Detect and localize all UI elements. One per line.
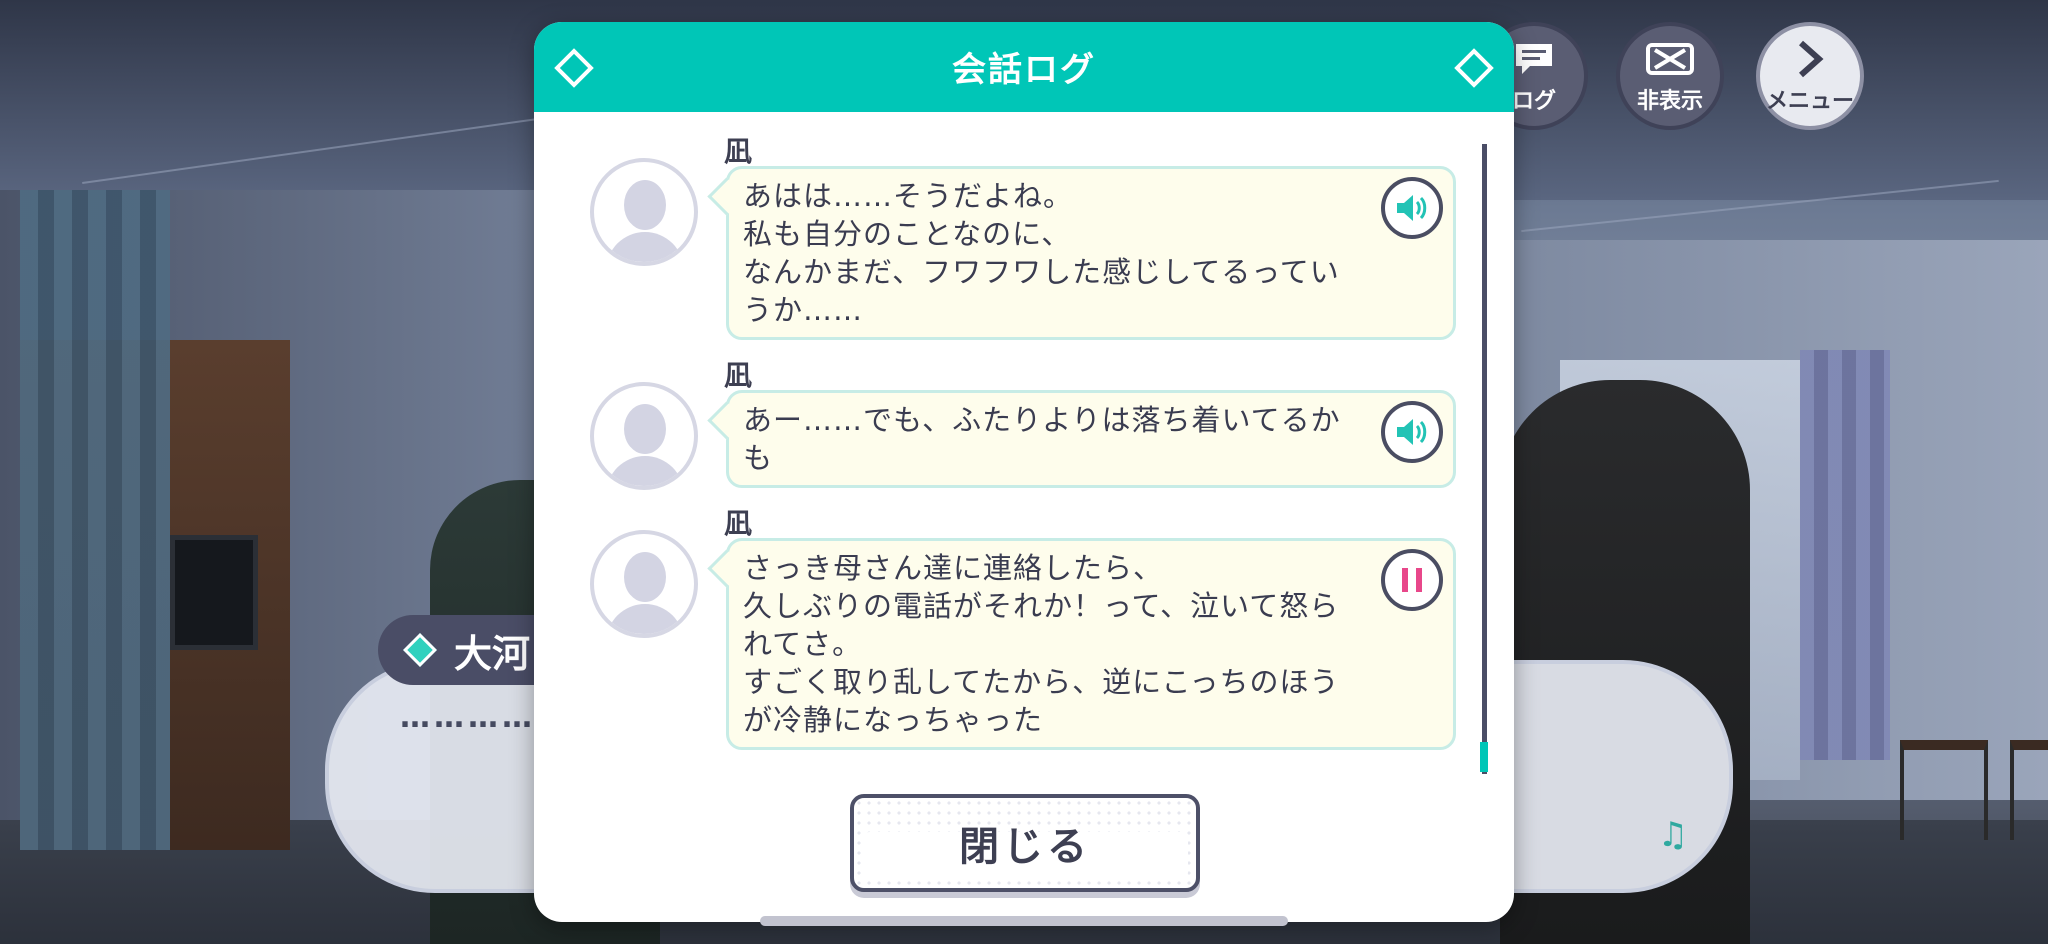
scrollbar-track[interactable]	[1482, 144, 1487, 774]
monitor	[170, 535, 258, 650]
voice-play-button[interactable]	[1381, 177, 1443, 239]
modal-header: 会話ログ	[534, 22, 1514, 112]
message-bubble: あはは……そうだよね。 私も自分のことなのに、 なんかまだ、フワフワした感じして…	[726, 166, 1456, 340]
curtain-left	[20, 190, 170, 850]
speaker-tag: 大河	[378, 615, 548, 685]
chat-icon	[1512, 37, 1556, 81]
avatar	[590, 530, 698, 638]
log-label: ログ	[1511, 89, 1556, 114]
voice-play-button[interactable]	[1381, 401, 1443, 463]
entry-speaker: 凪	[724, 359, 753, 392]
message-bubble: あー……でも、ふたりよりは落ち着いてるか も	[726, 390, 1456, 488]
log-list[interactable]: 凪 あはは……そうだよね。 私も自分のことなのに、 なんかまだ、フワフワした感じ…	[534, 112, 1514, 792]
menu-label: メニュー	[1765, 89, 1854, 114]
voice-pause-button[interactable]	[1381, 549, 1443, 611]
hide-button[interactable]: 非表示	[1616, 22, 1724, 130]
conversation-log-modal: 会話ログ 凪 あはは……そうだよね。 私も自分のことなのに、 なんかまだ、フワフ…	[534, 22, 1514, 922]
message-text: さっき母さん達に連絡したら、 久しぶりの電話がそれか！って、泣いて怒ら れてさ。…	[743, 551, 1340, 737]
close-label: 閉じる	[959, 824, 1091, 870]
message-text: あはは……そうだよね。 私も自分のことなのに、 なんかまだ、フワフワした感じして…	[743, 179, 1340, 327]
modal-title: 会話ログ	[952, 50, 1096, 90]
message-text: あー……でも、ふたりよりは落ち着いてるか も	[743, 403, 1341, 475]
pause-icon	[1402, 568, 1422, 592]
speaker-name: 大河	[454, 631, 531, 676]
entry-speaker: 凪	[724, 507, 753, 540]
scrollbar-thumb[interactable]	[1480, 742, 1488, 772]
hide-label: 非表示	[1636, 89, 1703, 114]
menu-button[interactable]: メニュー	[1756, 22, 1864, 130]
music-note-icon[interactable]: ♫	[1656, 816, 1690, 854]
avatar	[590, 158, 698, 266]
hide-icon	[1645, 37, 1695, 81]
close-button[interactable]: 閉じる	[850, 794, 1200, 892]
diamond-icon	[403, 633, 437, 667]
home-indicator[interactable]	[760, 916, 1288, 926]
menu-chevron-icon	[1795, 37, 1825, 81]
stool	[1900, 740, 1988, 840]
dialog-text: …………	[400, 700, 536, 735]
curtain-right	[1800, 350, 1890, 760]
stool	[2010, 740, 2048, 840]
avatar	[590, 382, 698, 490]
message-bubble: さっき母さん達に連絡したら、 久しぶりの電話がそれか！って、泣いて怒ら れてさ。…	[726, 538, 1456, 750]
speaker-icon	[1397, 419, 1427, 445]
entry-speaker: 凪	[724, 135, 753, 168]
speaker-icon	[1397, 195, 1427, 221]
